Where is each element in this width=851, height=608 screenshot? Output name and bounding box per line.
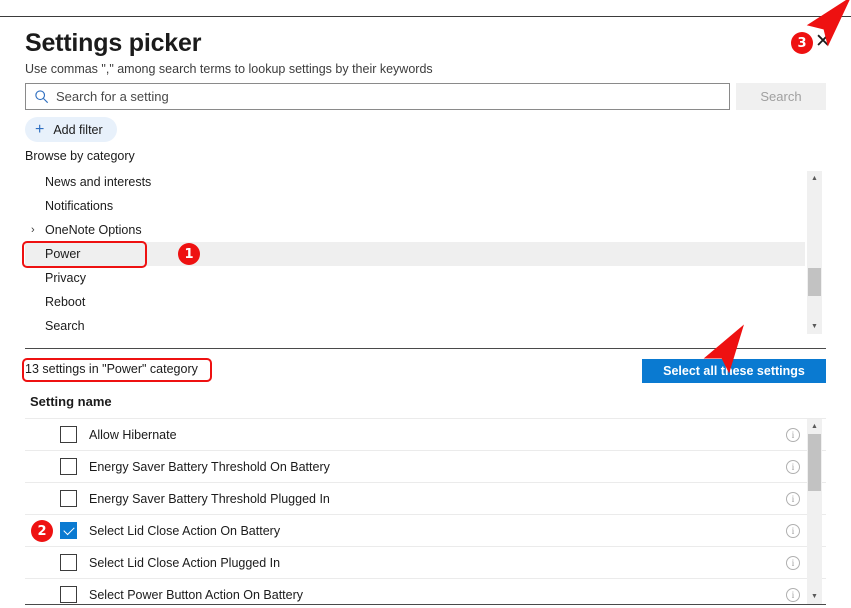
table-row[interactable]: Select Power Button Action On Battery i xyxy=(25,578,826,604)
dialog-header: Settings picker Use commas "," among sea… xyxy=(25,27,825,77)
category-label: Privacy xyxy=(45,271,86,285)
sidebar-item-power[interactable]: Power xyxy=(25,242,805,266)
search-box[interactable] xyxy=(25,83,730,110)
info-icon[interactable]: i xyxy=(786,459,800,474)
sidebar-item-privacy[interactable]: Privacy xyxy=(25,266,805,290)
category-label: Search xyxy=(45,319,85,333)
setting-checkbox[interactable] xyxy=(60,490,77,507)
setting-name-label: Select Power Button Action On Battery xyxy=(89,587,304,602)
sidebar-item-reboot[interactable]: Reboot xyxy=(25,290,805,314)
setting-name-label: Energy Saver Battery Threshold Plugged I… xyxy=(89,491,330,506)
category-label: Reboot xyxy=(45,295,86,309)
category-label: Notifications xyxy=(45,199,114,213)
setting-checkbox[interactable] xyxy=(60,554,77,571)
category-label: Power xyxy=(45,247,81,261)
dialog-subtitle: Use commas "," among search terms to loo… xyxy=(25,62,433,76)
setting-name-label: Select Lid Close Action On Battery xyxy=(89,523,281,538)
top-divider xyxy=(0,16,851,17)
browse-by-category-label: Browse by category xyxy=(25,149,135,163)
settings-list: Allow Hibernate i Energy Saver Battery Thr… xyxy=(25,418,826,604)
plus-icon: + xyxy=(35,120,45,138)
column-header-setting-name: Setting name xyxy=(30,394,112,409)
scroll-down-icon[interactable]: ▼ xyxy=(807,589,822,604)
search-button[interactable]: Search xyxy=(736,83,826,110)
setting-checkbox[interactable] xyxy=(60,426,77,443)
scrollbar-thumb[interactable] xyxy=(808,268,821,296)
close-icon[interactable]: ✕ xyxy=(809,27,837,55)
info-icon[interactable]: i xyxy=(786,491,800,506)
select-all-button[interactable]: Select all these settings xyxy=(642,359,826,383)
info-icon[interactable]: i xyxy=(786,587,800,602)
category-label: OneNote Options xyxy=(45,223,142,237)
scrollbar-thumb[interactable] xyxy=(808,434,821,491)
category-label: News and interests xyxy=(45,175,152,189)
table-row[interactable]: Energy Saver Battery Threshold Plugged I… xyxy=(25,482,826,514)
chevron-right-icon[interactable]: › xyxy=(31,224,35,236)
settings-picker-dialog: Settings picker Use commas "," among sea… xyxy=(0,0,851,608)
category-scrollbar[interactable]: ▲ ▼ xyxy=(807,171,822,334)
scroll-up-icon[interactable]: ▲ xyxy=(807,171,822,186)
table-row[interactable]: Energy Saver Battery Threshold On Batter… xyxy=(25,450,826,482)
search-icon xyxy=(35,90,49,104)
scroll-down-icon[interactable]: ▼ xyxy=(807,319,822,334)
table-row[interactable]: Select Lid Close Action Plugged In i xyxy=(25,546,826,578)
info-icon[interactable]: i xyxy=(786,555,800,570)
category-list: News and interests Notifications › OneNote … xyxy=(25,170,826,333)
add-filter-button[interactable]: + Add filter xyxy=(25,117,117,142)
results-count: 13 settings in "Power" category xyxy=(25,362,198,376)
add-filter-label: Add filter xyxy=(53,122,103,137)
setting-name-label: Energy Saver Battery Threshold On Batter… xyxy=(89,459,330,474)
setting-name-label: Allow Hibernate xyxy=(89,427,177,442)
table-row[interactable]: Allow Hibernate i xyxy=(25,418,826,450)
search-row: Search xyxy=(25,83,826,110)
info-icon[interactable]: i xyxy=(786,523,800,538)
info-icon[interactable]: i xyxy=(786,427,800,442)
setting-name-label: Select Lid Close Action Plugged In xyxy=(89,555,281,570)
section-divider xyxy=(25,348,826,349)
settings-scrollbar[interactable]: ▲ ▼ xyxy=(807,419,822,604)
setting-checkbox[interactable] xyxy=(60,458,77,475)
page-title: Settings picker xyxy=(25,29,202,57)
setting-checkbox[interactable] xyxy=(60,586,77,603)
sidebar-item-search[interactable]: Search xyxy=(25,314,805,333)
sidebar-item-news-and-interests[interactable]: News and interests xyxy=(25,170,805,194)
sidebar-item-onenote-options[interactable]: › OneNote Options xyxy=(25,218,805,242)
table-row[interactable]: Select Lid Close Action On Battery i xyxy=(25,514,826,546)
bottom-divider xyxy=(25,604,826,605)
search-input[interactable] xyxy=(56,89,721,104)
sidebar-item-notifications[interactable]: Notifications xyxy=(25,194,805,218)
scroll-up-icon[interactable]: ▲ xyxy=(807,419,822,434)
setting-checkbox[interactable] xyxy=(60,522,77,539)
